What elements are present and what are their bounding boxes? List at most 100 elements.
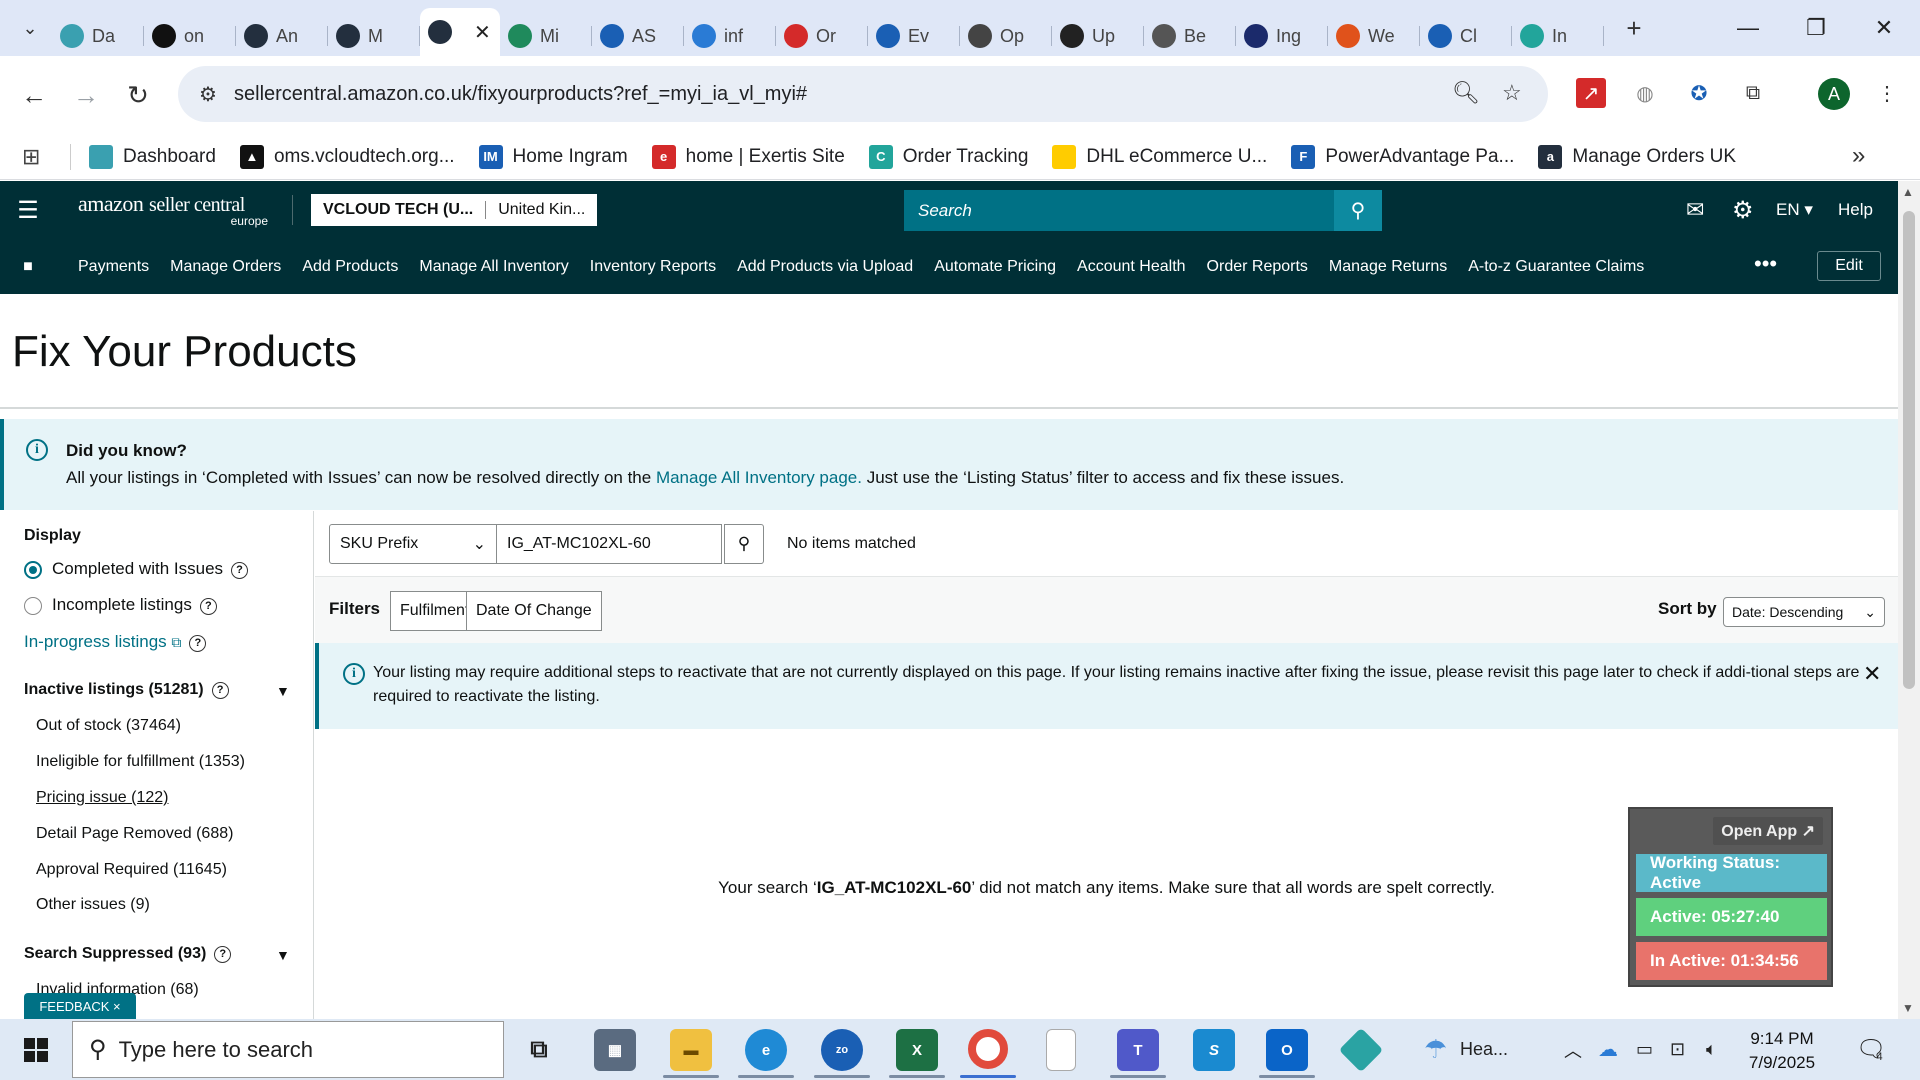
browser-tab[interactable]: Ing xyxy=(1236,16,1328,56)
incomplete-listings-option[interactable]: Incomplete listings? xyxy=(52,595,217,615)
browser-tab[interactable]: inf xyxy=(684,16,776,56)
browser-tab[interactable]: Ev xyxy=(868,16,960,56)
help-icon[interactable]: ? xyxy=(199,598,217,615)
kebab-menu-icon[interactable]: ⋮ xyxy=(1872,78,1902,108)
back-arrow-icon[interactable]: ← xyxy=(8,69,60,121)
help-icon[interactable]: ? xyxy=(211,682,229,699)
bookmark-item[interactable]: C Order Tracking xyxy=(868,144,1028,169)
close-window-icon[interactable]: ✕ xyxy=(1850,0,1918,56)
nav-item[interactable]: Manage All Inventory xyxy=(419,258,568,276)
bookmark-item[interactable]: IM Home Ingram xyxy=(478,144,628,169)
clock[interactable]: 9:14 PM 7/9/2025 xyxy=(1732,1027,1832,1075)
nav-item[interactable]: Account Health xyxy=(1077,258,1186,276)
bookmark-item[interactable]: DHL eCommerce U... xyxy=(1052,144,1267,169)
bookmark-item[interactable]: Dashboard xyxy=(89,144,216,169)
browser-tab[interactable]: on xyxy=(144,16,236,56)
browser-tab[interactable]: Da xyxy=(52,16,144,56)
nav-edit-button[interactable]: Edit xyxy=(1817,251,1881,281)
address-bar[interactable]: ⚙ sellercentral.amazon.co.uk/fixyourprod… xyxy=(178,66,1548,122)
nav-item[interactable]: Inventory Reports xyxy=(590,258,716,276)
apps-grid-icon[interactable]: ⊞ xyxy=(22,144,58,170)
sidebar-item-detail-page-removed[interactable]: Detail Page Removed (688) xyxy=(36,825,233,843)
in-progress-listings-link[interactable]: In-progress listings ⧉? xyxy=(24,632,207,652)
site-info-icon[interactable]: ⚙ xyxy=(188,82,228,107)
search-button-icon[interactable]: ⚲ xyxy=(724,524,764,564)
help-link[interactable]: Help xyxy=(1838,181,1873,239)
browser-tab[interactable]: Up xyxy=(1052,16,1144,56)
inactive-listings-heading[interactable]: Inactive listings (51281)? xyxy=(24,681,229,699)
open-app-button[interactable]: Open App ↗ xyxy=(1713,817,1823,845)
nav-item[interactable]: Manage Returns xyxy=(1329,258,1447,276)
browser-tab-active[interactable]: ✕ xyxy=(420,8,500,56)
page-scrollbar[interactable]: ▲ ▼ xyxy=(1898,181,1920,1019)
edge-icon[interactable]: e xyxy=(745,1029,787,1071)
browser-tab[interactable]: We xyxy=(1328,16,1420,56)
scrollbar-thumb[interactable] xyxy=(1903,211,1915,689)
new-tab-button[interactable]: + xyxy=(1614,13,1654,44)
settings-gear-icon[interactable]: ⚙ xyxy=(1732,181,1754,239)
seller-search-input[interactable]: Search xyxy=(904,201,1334,221)
taskbar-search[interactable]: ⚲ Type here to search xyxy=(72,1021,504,1078)
bookmark-item[interactable]: e home | Exertis Site xyxy=(651,144,845,169)
tab-search-chevron-icon[interactable]: ⌄ xyxy=(8,6,52,50)
bookmarks-overflow-icon[interactable]: » xyxy=(1852,142,1865,170)
notifications-icon[interactable]: 🗨︎ 4 xyxy=(1856,1019,1886,1080)
account-switcher[interactable]: VCLOUD TECH (U... United Kin... xyxy=(311,194,598,226)
browser-tab[interactable]: Cl xyxy=(1420,16,1512,56)
forward-arrow-icon[interactable]: → xyxy=(60,69,112,121)
teams-icon[interactable]: T xyxy=(1117,1029,1159,1071)
nav-more-icon[interactable]: ••• xyxy=(1754,251,1777,277)
notepad-icon[interactable] xyxy=(1046,1029,1076,1071)
weather-icon[interactable]: ☂ xyxy=(1424,1019,1447,1080)
seller-search[interactable]: Search ⚲ xyxy=(904,190,1382,231)
hamburger-menu-icon[interactable]: ☰ xyxy=(0,196,56,225)
zoom-icon[interactable]: 🔍︎ xyxy=(1452,80,1480,106)
chrome-icon[interactable] xyxy=(968,1029,1008,1069)
nav-item[interactable]: Payments xyxy=(78,258,149,276)
profile-avatar[interactable]: A xyxy=(1818,78,1850,110)
radio-completed-with-issues[interactable] xyxy=(24,561,42,579)
zoho-icon[interactable]: zo xyxy=(821,1029,863,1071)
extensions-puzzle-icon[interactable]: ⧉ xyxy=(1738,78,1768,108)
restore-icon[interactable]: ❐ xyxy=(1782,0,1850,56)
calculator-icon[interactable]: ▦ xyxy=(594,1029,636,1071)
weather-text[interactable]: Hea... xyxy=(1460,1019,1508,1080)
browser-tab[interactable]: In xyxy=(1512,16,1604,56)
search-type-select[interactable]: SKU Prefix ⌄ xyxy=(329,524,497,564)
onedrive-icon[interactable]: ☁ xyxy=(1598,1019,1618,1080)
help-icon[interactable]: ? xyxy=(214,946,232,963)
help-icon[interactable]: ? xyxy=(231,562,249,579)
nav-item[interactable]: Add Products xyxy=(302,258,398,276)
browser-tab[interactable]: M xyxy=(328,16,420,56)
sidebar-item-pricing-issue[interactable]: Pricing issue (122) xyxy=(36,789,169,807)
bookmark-item[interactable]: a Manage Orders UK xyxy=(1538,144,1736,169)
filter-date-of-change-button[interactable]: Date Of Change xyxy=(466,591,602,631)
file-explorer-icon[interactable]: ▬ xyxy=(670,1029,712,1071)
url-text[interactable]: sellercentral.amazon.co.uk/fixyourproduc… xyxy=(234,83,807,106)
browser-tab[interactable]: An xyxy=(236,16,328,56)
bookmark-pin-icon[interactable]: ■ xyxy=(0,258,56,276)
sidebar-item-other-issues[interactable]: Other issues (9) xyxy=(36,896,150,914)
sidebar-item-approval-required[interactable]: Approval Required (11645) xyxy=(36,861,227,879)
minimize-icon[interactable]: — xyxy=(1714,0,1782,56)
start-button[interactable] xyxy=(0,1019,72,1080)
nav-item[interactable]: Automate Pricing xyxy=(934,258,1056,276)
collapse-caret-icon[interactable]: ▼ xyxy=(276,947,290,963)
bookmark-star-icon[interactable]: ☆ xyxy=(1502,80,1522,106)
feedback-button[interactable]: FEEDBACK × xyxy=(24,993,136,1019)
collapse-caret-icon[interactable]: ▼ xyxy=(276,683,290,699)
browser-tab[interactable]: Be xyxy=(1144,16,1236,56)
sidebar-item-out-of-stock[interactable]: Out of stock (37464) xyxy=(36,717,181,735)
nav-item[interactable]: Order Reports xyxy=(1207,258,1308,276)
reload-icon[interactable]: ↻ xyxy=(112,69,164,121)
nav-item[interactable]: Add Products via Upload xyxy=(737,258,913,276)
search-suppressed-heading[interactable]: Search Suppressed (93)? xyxy=(24,945,232,963)
scroll-up-arrow-icon[interactable]: ▲ xyxy=(1902,185,1914,199)
help-icon[interactable]: ? xyxy=(189,635,207,652)
sort-select[interactable]: Date: Descending ⌄ xyxy=(1723,597,1885,627)
scroll-down-arrow-icon[interactable]: ▼ xyxy=(1902,1001,1914,1015)
bookmark-item[interactable]: ▲ oms.vcloudtech.org... xyxy=(239,144,455,169)
sku-search-input[interactable]: IG_AT-MC102XL-60 xyxy=(496,524,722,564)
outlook-icon[interactable]: O xyxy=(1266,1029,1308,1071)
language-selector[interactable]: EN ▾ xyxy=(1776,181,1813,239)
